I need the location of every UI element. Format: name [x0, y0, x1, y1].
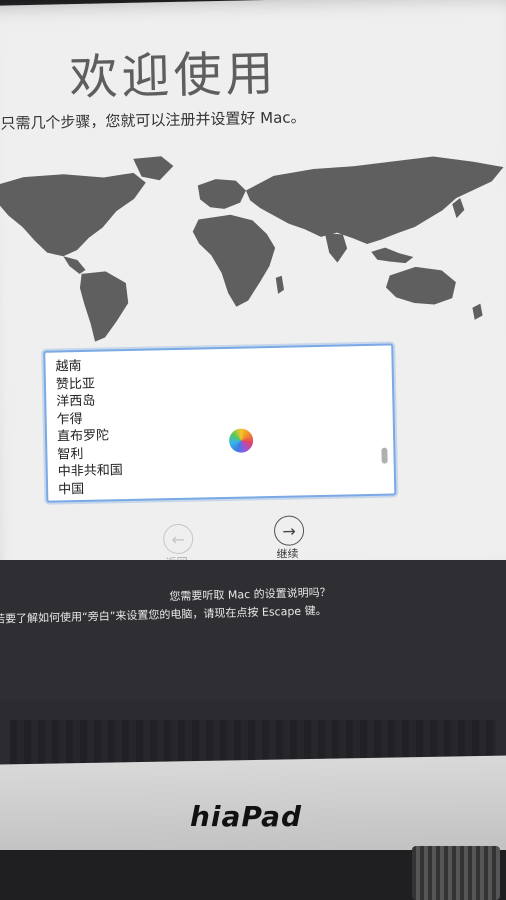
setup-subtitle: 只需几个步骤，您就可以注册并设置好 Mac。 — [0, 108, 306, 133]
country-list[interactable]: 越南 赞比亚 洋西岛 乍得 直布罗陀 智利 中非共和国 中国 — [43, 343, 397, 503]
page-title: 欢迎使用 — [68, 45, 279, 107]
arrow-right-icon: → — [282, 521, 296, 541]
arrow-left-icon: ← — [171, 529, 186, 549]
scrollbar-thumb[interactable] — [381, 447, 388, 464]
continue-button[interactable]: → — [273, 515, 305, 546]
back-button[interactable]: ← — [162, 523, 194, 555]
setup-screen: 欢迎使用 只需几个步骤，您就可以注册并设置好 Mac。 越南 赞比亚 洋西岛 乍… — [0, 0, 506, 586]
brand-logo: hiaPad — [190, 800, 303, 833]
fan-grille — [412, 846, 500, 900]
world-map — [0, 156, 504, 342]
